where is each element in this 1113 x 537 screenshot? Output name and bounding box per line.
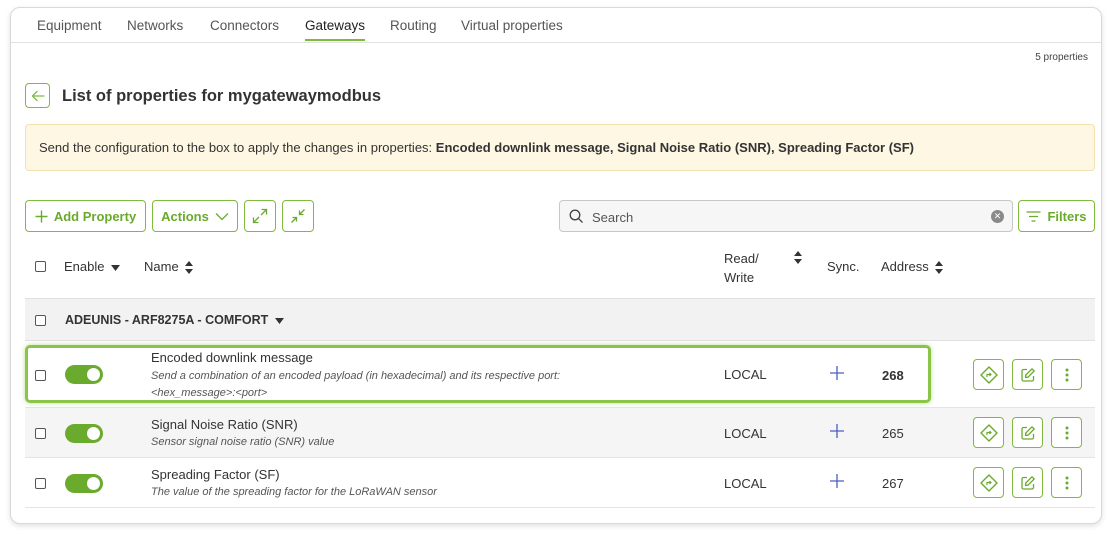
filters-button[interactable]: Filters [1018,200,1095,232]
collapse-icon [291,209,305,223]
enable-toggle[interactable] [65,474,103,493]
edit-button[interactable] [1012,417,1043,448]
plus-icon [35,210,48,222]
sync-plus-icon[interactable] [830,424,844,438]
actions-dropdown[interactable]: Actions [152,200,238,232]
route-icon [979,423,998,442]
sort-icon [935,261,944,275]
column-read-write-label-2: Write [724,270,755,285]
search-icon [569,209,583,223]
column-read-write-label-1: Read/ [724,251,759,266]
notice-properties: Encoded downlink message, Signal Noise R… [435,140,914,155]
sort-icon [185,261,194,275]
chevron-down-icon [215,212,229,220]
column-header-name[interactable]: Name [144,259,194,275]
sync-plus-icon[interactable] [830,366,844,380]
route-button[interactable] [973,417,1004,448]
group-name: ADEUNIS - ARF8275A - COMFORT [65,313,269,327]
actions-label: Actions [161,208,209,224]
more-vertical-icon [1065,476,1068,489]
column-header-sync: Sync. [827,259,860,274]
column-name-label: Name [144,259,179,274]
route-button[interactable] [973,359,1004,390]
group-checkbox[interactable] [35,315,46,326]
pending-changes-notice: Send the configuration to the box to app… [25,124,1095,171]
properties-panel: Equipment Networks Connectors Gateways R… [10,7,1102,524]
tab-connectors[interactable]: Connectors [210,18,279,33]
more-options-button[interactable] [1051,467,1082,498]
column-enable-label: Enable [64,259,105,274]
table-row: Spreading Factor (SF) The value of the s… [25,458,1095,508]
property-name: Encoded downlink message [151,350,313,365]
sync-plus-icon[interactable] [830,474,844,488]
table-row: Encoded downlink message Send a combinat… [25,341,1095,408]
property-name: Signal Noise Ratio (SNR) [151,417,298,432]
more-options-button[interactable] [1051,359,1082,390]
read-write-value: LOCAL [724,476,767,491]
notice-text: Send the configuration to the box to app… [39,140,436,155]
group-row[interactable]: ADEUNIS - ARF8275A - COMFORT [25,298,1095,341]
column-header-read-write[interactable]: Read/ Write [724,249,759,287]
edit-button[interactable] [1012,467,1043,498]
search-input[interactable] [592,207,982,227]
property-name: Spreading Factor (SF) [151,467,280,482]
caret-down-icon [274,317,284,324]
row-checkbox[interactable] [35,478,46,489]
filters-label: Filters [1047,208,1087,224]
caret-down-icon [111,264,121,271]
page-title: List of properties for mygatewaymodbus [62,87,382,105]
edit-icon [1020,475,1035,490]
add-property-label: Add Property [53,208,137,224]
property-description-line2: <hex_message>:<port> [151,387,268,399]
row-checkbox[interactable] [35,370,46,381]
route-button[interactable] [973,467,1004,498]
more-vertical-icon [1065,426,1068,439]
column-header-address[interactable]: Address [881,259,944,275]
more-options-button[interactable] [1051,417,1082,448]
column-address-label: Address [881,259,929,274]
clear-search-icon[interactable]: ✕ [991,210,1004,223]
tab-equipment[interactable]: Equipment [37,18,102,33]
more-vertical-icon [1065,368,1068,381]
read-write-value: LOCAL [724,367,767,382]
select-all-checkbox[interactable] [35,261,46,272]
enable-toggle[interactable] [65,365,103,384]
address-value: 267 [882,476,904,491]
add-property-button[interactable]: Add Property [25,200,146,232]
tab-routing[interactable]: Routing [390,18,437,33]
tab-networks[interactable]: Networks [127,18,183,33]
group-label[interactable]: ADEUNIS - ARF8275A - COMFORT [65,313,284,327]
address-value: 268 [882,368,904,383]
expand-icon [252,208,268,224]
collapse-all-button[interactable] [282,200,314,232]
enable-toggle[interactable] [65,424,103,443]
property-description: Send a combination of an encoded payload… [151,370,561,382]
edit-button[interactable] [1012,359,1043,390]
route-icon [979,365,998,384]
table-row: Signal Noise Ratio (SNR) Sensor signal n… [25,408,1095,458]
sort-icon[interactable] [794,251,802,264]
tab-bar: Equipment Networks Connectors Gateways R… [11,8,1101,43]
address-value: 265 [882,426,904,441]
property-description: The value of the spreading factor for th… [151,486,437,498]
column-header-enable[interactable]: Enable [64,259,121,274]
read-write-value: LOCAL [724,426,767,441]
property-count: 5 properties [1035,52,1088,63]
tab-gateways[interactable]: Gateways [305,18,366,41]
route-icon [979,473,998,492]
tab-virtual-properties[interactable]: Virtual properties [461,18,563,33]
back-button[interactable] [25,83,50,108]
edit-icon [1020,367,1035,382]
expand-all-button[interactable] [244,200,276,232]
search-box: ✕ [559,200,1013,232]
edit-icon [1020,425,1035,440]
row-checkbox[interactable] [35,428,46,439]
property-description: Sensor signal noise ratio (SNR) value [151,436,335,448]
arrow-left-icon [31,90,45,101]
filter-icon [1026,210,1041,222]
